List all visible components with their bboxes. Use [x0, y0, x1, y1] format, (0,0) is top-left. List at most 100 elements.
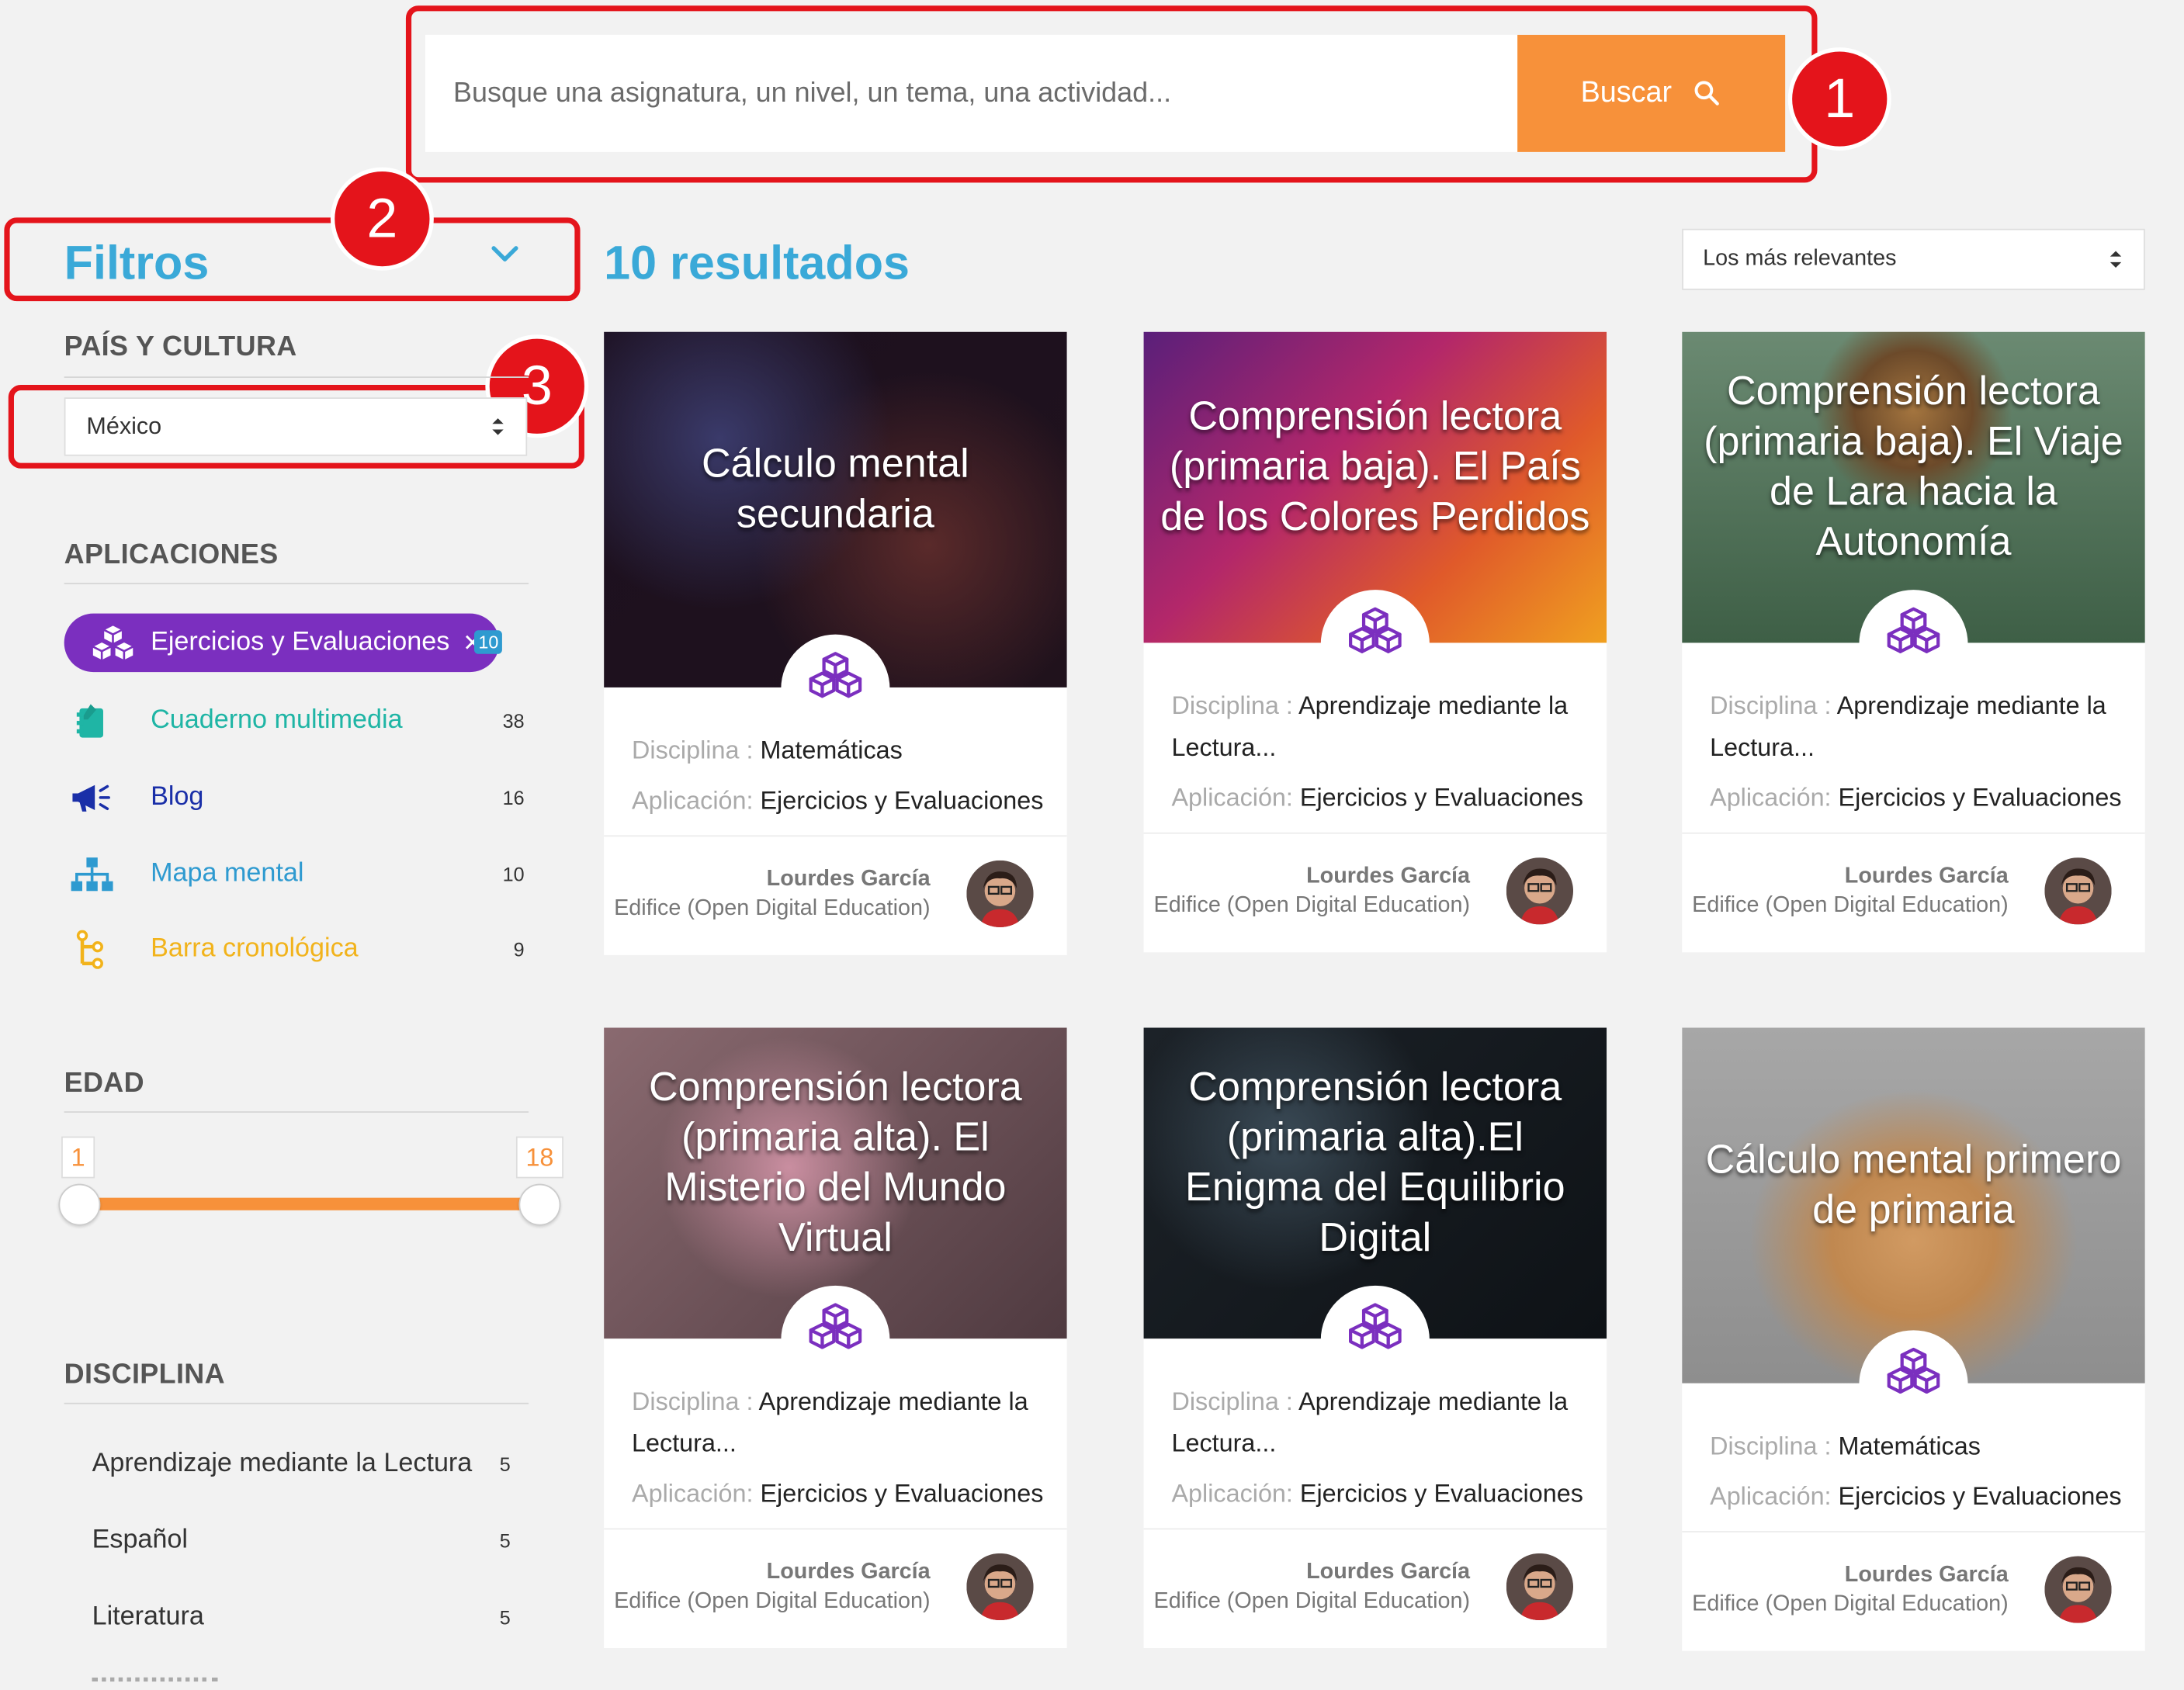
age-slider-max-handle[interactable]	[518, 1183, 561, 1226]
app-filter-count: 9	[513, 938, 525, 961]
avatar[interactable]	[2044, 857, 2112, 925]
avatar[interactable]	[2044, 1556, 2112, 1623]
card-title[interactable]: Comprensión lectora (primaria baja). El …	[1682, 332, 2145, 601]
cubes-icon	[1349, 1303, 1402, 1349]
avatar[interactable]	[1506, 857, 1574, 925]
card-application-value: Ejercicios y Evaluaciones	[1299, 1479, 1583, 1508]
card-app-badge	[781, 1285, 890, 1394]
app-filter-label: Ejercicios y Evaluaciones	[151, 627, 450, 657]
app-filter-barra[interactable]: Barra cronológica 9	[64, 922, 525, 978]
age-slider-min-handle[interactable]	[58, 1183, 101, 1226]
app-filter-count-badge: 10	[473, 630, 503, 654]
cubes-icon	[1887, 1347, 1940, 1394]
card-author[interactable]: Lourdes García Edifice (Open Digital Edu…	[1692, 862, 2009, 920]
card-application: Aplicación: Ejercicios y Evaluaciones	[1171, 1473, 1587, 1515]
card-discipline-value: Matemáticas	[1838, 1432, 1981, 1460]
card-title[interactable]: Comprensión lectora (primaria baja). El …	[1144, 332, 1607, 601]
card-application-key: Aplicación:	[1171, 783, 1293, 812]
age-max-label: 18	[515, 1136, 563, 1179]
card-application-key: Aplicación:	[632, 1479, 754, 1508]
card-author-org: Edifice (Open Digital Education)	[1692, 1592, 2009, 1616]
result-card[interactable]: Comprensión lectora (primaria alta). El …	[604, 1027, 1067, 1649]
app-filter-ejercicios-active[interactable]: Ejercicios y Evaluaciones ×	[64, 613, 500, 673]
chevron-down-icon[interactable]	[488, 241, 522, 266]
card-app-badge	[1320, 1285, 1430, 1394]
card-discipline-cont: Lectura...	[1171, 1429, 1277, 1457]
avatar[interactable]	[966, 1553, 1034, 1621]
divider	[64, 1402, 529, 1404]
divider	[64, 376, 529, 378]
card-author[interactable]: Lourdes García Edifice (Open Digital Edu…	[614, 864, 931, 923]
card-footer: Lourdes García Edifice (Open Digital Edu…	[604, 1528, 1067, 1649]
card-footer: Lourdes García Edifice (Open Digital Edu…	[604, 835, 1067, 955]
card-application-value: Ejercicios y Evaluaciones	[760, 786, 1044, 815]
card-application: Aplicación: Ejercicios y Evaluaciones	[1710, 777, 2126, 819]
country-select-value: México	[86, 412, 162, 440]
card-discipline-cont: Lectura...	[1710, 733, 1815, 762]
discipline-filter-item[interactable]: Literatura 5	[92, 1602, 511, 1633]
card-author[interactable]: Lourdes García Edifice (Open Digital Edu…	[1692, 1560, 2009, 1619]
discipline-filter-item[interactable]: Aprendizaje mediante la Lectura 5	[92, 1449, 511, 1480]
result-card[interactable]: Comprensión lectora (primaria alta).El E…	[1143, 1027, 1607, 1649]
card-application: Aplicación: Ejercicios y Evaluaciones	[1710, 1475, 2126, 1517]
card-author-org: Edifice (Open Digital Education)	[614, 1589, 931, 1614]
card-title[interactable]: Comprensión lectora (primaria alta). El …	[604, 1027, 1067, 1297]
card-author[interactable]: Lourdes García Edifice (Open Digital Edu…	[1154, 1557, 1471, 1616]
card-author-name: Lourdes García	[766, 867, 931, 892]
card-discipline: Disciplina : Matemáticas	[632, 729, 1048, 771]
card-app-badge	[1859, 590, 1968, 699]
app-filter-label: Barra cronológica	[151, 933, 359, 964]
discipline-label: Literatura	[92, 1602, 204, 1632]
app-filter-blog[interactable]: Blog 16	[64, 770, 525, 826]
results-count: 10 resultados	[604, 237, 910, 290]
card-application-key: Aplicación:	[1710, 1482, 1832, 1511]
card-author-name: Lourdes García	[1844, 864, 2009, 888]
app-filter-mapa[interactable]: Mapa mental 10	[64, 847, 525, 902]
country-select[interactable]: México	[64, 397, 528, 456]
card-application-value: Ejercicios y Evaluaciones	[1838, 1482, 2122, 1511]
card-application: Aplicación: Ejercicios y Evaluaciones	[632, 780, 1048, 822]
card-title[interactable]: Cálculo mental primero de primaria	[1682, 1027, 2145, 1341]
result-card[interactable]: Comprensión lectora (primaria baja). El …	[1143, 331, 1607, 953]
discipline-count: 5	[499, 1529, 511, 1553]
card-title[interactable]: Comprensión lectora (primaria alta).El E…	[1144, 1027, 1607, 1297]
card-application-key: Aplicación:	[632, 786, 754, 815]
avatar[interactable]	[966, 860, 1034, 928]
age-slider-track[interactable]	[78, 1197, 539, 1210]
discipline-label: Español	[92, 1525, 189, 1555]
highlight-search	[405, 5, 1818, 183]
card-author-name: Lourdes García	[1844, 1563, 2009, 1587]
mindmap-icon	[71, 857, 113, 892]
card-author[interactable]: Lourdes García Edifice (Open Digital Edu…	[614, 1557, 931, 1616]
card-title[interactable]: Cálculo mental secundaria	[604, 332, 1067, 646]
result-card[interactable]: Cálculo mental secundaria Disciplina : M…	[604, 331, 1067, 955]
card-discipline-value: Aprendizaje mediante la	[758, 1387, 1028, 1415]
discipline-count: 5	[499, 1606, 511, 1629]
card-author-name: Lourdes García	[1306, 1560, 1471, 1584]
age-min-label: 1	[61, 1136, 95, 1179]
avatar[interactable]	[1506, 1553, 1574, 1621]
notebook-icon	[76, 704, 103, 738]
card-app-badge	[1320, 590, 1430, 699]
card-author-org: Edifice (Open Digital Education)	[1153, 893, 1471, 918]
app-filter-label: Cuaderno multimedia	[151, 705, 403, 736]
card-discipline-value: Matemáticas	[760, 736, 903, 764]
card-author-org: Edifice (Open Digital Education)	[614, 896, 931, 921]
filters-title[interactable]: Filtros	[64, 237, 210, 291]
app-filter-count: 38	[502, 709, 525, 732]
card-author[interactable]: Lourdes García Edifice (Open Digital Edu…	[1154, 862, 1471, 920]
discipline-label: Aprendizaje mediante la Lectura	[92, 1449, 473, 1478]
discipline-filter-item[interactable]: Español 5	[92, 1526, 511, 1557]
card-application-value: Ejercicios y Evaluaciones	[1299, 783, 1583, 812]
result-card[interactable]: Cálculo mental primero de primaria Disci…	[1682, 1027, 2145, 1651]
card-discipline-key: Disciplina :	[1171, 691, 1293, 720]
app-filter-cuaderno[interactable]: Cuaderno multimedia 38	[64, 693, 525, 749]
card-application-value: Ejercicios y Evaluaciones	[1838, 783, 2122, 812]
card-discipline-key: Disciplina :	[632, 1387, 754, 1415]
app-filter-label: Blog	[151, 782, 204, 812]
card-app-badge	[781, 634, 890, 743]
card-discipline-key: Disciplina :	[1171, 1387, 1293, 1415]
result-card[interactable]: Comprensión lectora (primaria baja). El …	[1682, 331, 2145, 953]
sort-select[interactable]: Los más relevantes	[1682, 228, 2145, 290]
app-filter-count: 16	[502, 786, 525, 809]
